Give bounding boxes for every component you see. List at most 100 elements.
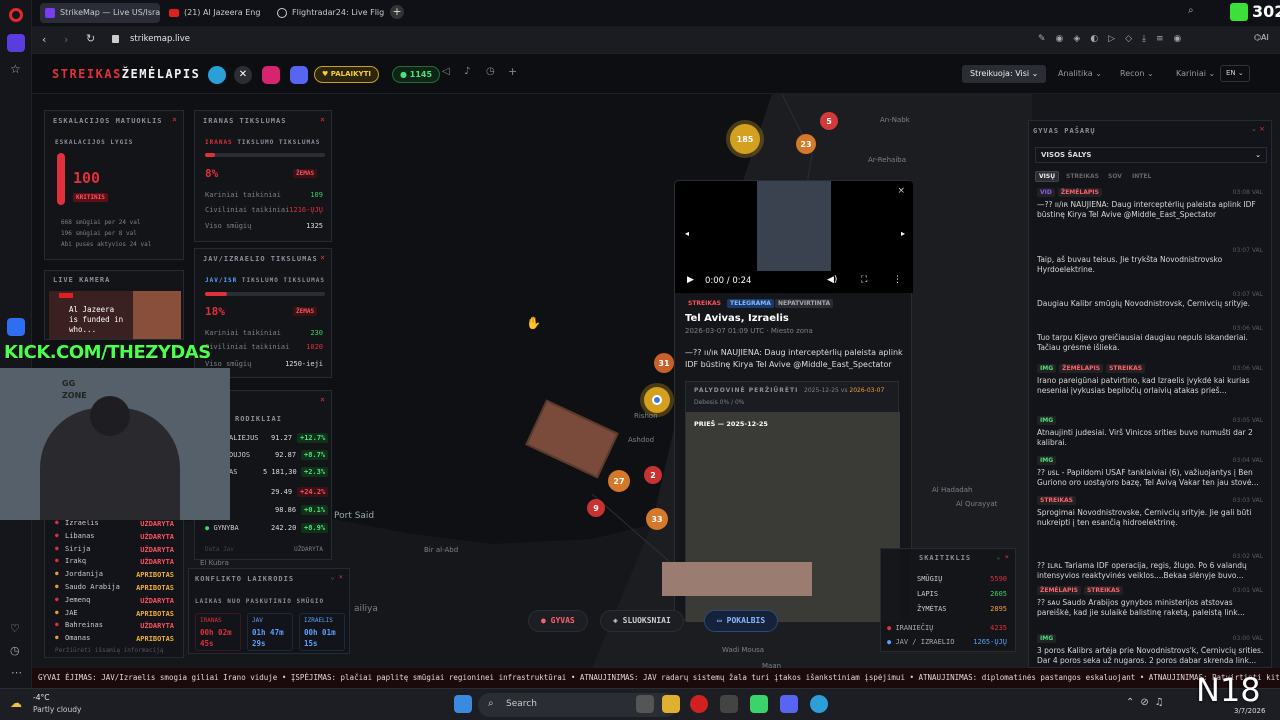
close-icon[interactable]: × xyxy=(320,395,325,404)
tab-layers[interactable]: ◈ SLUOKSNIAI xyxy=(600,610,684,632)
feed-item-text[interactable]: Irano pareigūnai patvirtino, kad Izraeli… xyxy=(1037,376,1265,396)
back-icon[interactable]: ‹ xyxy=(42,33,46,46)
feed-item-text[interactable]: ?? sᴀᴜ Saudo Arabijos gynybos ministerij… xyxy=(1037,598,1265,618)
opera-logo-icon[interactable] xyxy=(9,8,23,22)
strike-cluster[interactable]: 31 xyxy=(654,353,674,373)
history-icon[interactable]: ◷ xyxy=(10,644,20,657)
feed-item-text[interactable]: ?? ᴜsʟ - Papildomi USAF tanklaiviai (6),… xyxy=(1037,468,1265,488)
camera-feed[interactable]: Al Jazeera is funded in who... xyxy=(49,291,181,339)
feed-filter-strike[interactable]: STREIKAS xyxy=(1063,172,1102,181)
airspace-country: Sirija xyxy=(65,544,91,553)
strike-cluster[interactable]: 2 xyxy=(644,466,662,484)
tab-strikemap[interactable]: StrikeMap — Live US/Israe xyxy=(40,3,160,23)
nav-analytics[interactable]: Analitika ⌄ xyxy=(1058,69,1102,78)
strike-cluster[interactable]: 27 xyxy=(608,470,630,492)
strike-cluster[interactable]: 9 xyxy=(587,499,605,517)
weather-icon[interactable]: ☁ xyxy=(10,696,22,710)
support-button[interactable]: ♥ PALAIKYTI xyxy=(314,66,379,83)
next-icon[interactable]: ▸ xyxy=(901,229,905,238)
search-tabs-icon[interactable]: ⌕ xyxy=(1188,5,1194,16)
tray-icons[interactable]: ⌃⊘♫ xyxy=(1126,697,1170,708)
app-icon[interactable] xyxy=(720,695,738,713)
more-icon[interactable]: ⋮ xyxy=(893,275,902,285)
feed-filter-all[interactable]: VISŲ xyxy=(1035,171,1060,182)
clock-cell-seconds: 15s xyxy=(304,639,318,648)
play-icon[interactable]: ▶ xyxy=(687,275,694,285)
fullscreen-icon[interactable]: ⛶ xyxy=(861,275,867,285)
feed-item-text[interactable]: 3 poros Kalibrs artėja prie Novodnistrov… xyxy=(1037,646,1265,666)
strike-cluster[interactable]: 23 xyxy=(796,134,816,154)
event-title: Tel Avivas, Izraelis xyxy=(685,313,789,324)
feed-item-text[interactable]: Sprogimai Novodnistrovske, Černivcių sri… xyxy=(1037,508,1265,528)
feed-scope-select[interactable]: VISOS ŠALYS ⌄ xyxy=(1035,147,1267,163)
instagram-icon[interactable] xyxy=(262,66,280,84)
kick-taskbar-icon[interactable] xyxy=(750,695,768,713)
volume-icon[interactable]: ◀) xyxy=(827,275,837,285)
x-icon[interactable]: ✕ xyxy=(234,66,252,84)
airspace-footer[interactable]: Peržiūrėti išsamią informaciją xyxy=(55,647,163,654)
close-icon[interactable]: × xyxy=(320,115,325,124)
nav-military[interactable]: Kariniai ⌄ xyxy=(1176,69,1215,78)
taskview-icon[interactable] xyxy=(636,695,654,713)
event-popup: × ◂ ▸ ▶ 0:00 / 0:24 ◀) ⛶ ⋮ STREIKAS TELE… xyxy=(674,180,913,622)
forward-icon[interactable]: › xyxy=(64,33,68,46)
prev-icon[interactable]: ◂ xyxy=(685,229,689,238)
feed-item-tags: IMG xyxy=(1037,456,1059,465)
bell-icon[interactable]: ♪ xyxy=(464,66,470,77)
strike-cluster[interactable]: 185 xyxy=(730,124,760,154)
video-player[interactable]: × ◂ ▸ ▶ 0:00 / 0:24 ◀) ⛶ ⋮ xyxy=(675,181,913,293)
close-icon[interactable]: × xyxy=(897,186,905,196)
airspace-status-dot-icon: ● xyxy=(55,531,59,539)
new-tab-icon[interactable]: + xyxy=(390,5,404,19)
mute-icon[interactable]: ◁ xyxy=(442,66,450,77)
discord-taskbar-icon[interactable] xyxy=(780,695,798,713)
reload-icon[interactable]: ↻ xyxy=(86,32,95,45)
tab-aljazeera[interactable]: (21) Al Jazeera Eng xyxy=(164,3,268,23)
feed-controls[interactable]: ⌄ × xyxy=(1251,125,1265,133)
add-icon[interactable]: + xyxy=(508,65,517,78)
filter-dropdown[interactable]: Streikuoja: Visi ⌄ xyxy=(962,65,1047,83)
count-label: LAPIS xyxy=(917,590,939,598)
counts-controls[interactable]: ⌄ × xyxy=(996,553,1009,561)
messenger-icon[interactable] xyxy=(7,318,25,336)
clock-controls[interactable]: ⌄ × xyxy=(330,573,343,581)
ticker-text: GYVAI ĖJIMAS: JAV/Izraelis smogia giliai… xyxy=(38,673,1280,682)
heart-icon[interactable]: ♡ xyxy=(10,622,20,635)
workspace-icon[interactable] xyxy=(7,34,25,52)
app-logo[interactable]: STREIKASŽEMĖLAPIS xyxy=(52,67,200,81)
more-icon[interactable]: ⋯ xyxy=(11,666,22,679)
clock-cell-time: 00h 01m xyxy=(304,628,336,637)
tab-live[interactable]: ● GYVAS xyxy=(528,610,588,632)
toolbar-icons[interactable]: ✎◉◈◐▷◇⤓≡◉ xyxy=(1038,34,1191,44)
url-field[interactable]: strikemap.live xyxy=(130,34,190,44)
feed-item-text[interactable]: Daugiau Kalibr smūgių Novodnistrovsk, Če… xyxy=(1037,299,1265,309)
telegram-icon[interactable] xyxy=(208,66,226,84)
strike-cluster[interactable]: 5 xyxy=(820,112,838,130)
tab-flightradar[interactable]: Flightradar24: Live Flight T xyxy=(272,3,384,23)
escalation-title: ESKALACIJOS MATUOKLIS xyxy=(53,117,163,125)
clock-cell-seconds: 45s xyxy=(200,639,214,648)
chat-icon: ▭ xyxy=(717,616,727,625)
tab-chat[interactable]: ▭ POKALBIS xyxy=(704,610,779,632)
ai-icon[interactable]: ⌬AI xyxy=(1254,33,1269,42)
discord-icon[interactable] xyxy=(290,66,308,84)
explorer-icon[interactable] xyxy=(662,695,680,713)
selected-location-marker[interactable] xyxy=(644,387,670,413)
language-select[interactable]: EN ⌄ xyxy=(1220,65,1250,82)
telegram-taskbar-icon[interactable] xyxy=(810,695,828,713)
nav-recon[interactable]: Recon ⌄ xyxy=(1120,69,1154,78)
star-icon[interactable]: ☆ xyxy=(10,62,21,76)
clock-icon[interactable]: ◷ xyxy=(486,66,495,77)
feed-item-text[interactable]: Taip, aš buvau teisus. Jie trykšta Novod… xyxy=(1037,255,1265,275)
feed-item-text[interactable]: Atnaujinti judesiai. Virš Vinicos sritie… xyxy=(1037,428,1265,448)
windows-start-icon[interactable] xyxy=(454,695,472,713)
strike-cluster[interactable]: 33 xyxy=(646,508,668,530)
feed-item-text[interactable]: Tuo tarpu Kijevo greičiausiai daugiau ne… xyxy=(1037,333,1265,353)
close-icon[interactable]: × xyxy=(320,253,325,262)
feed-item-text[interactable]: —?? ıı/ıʀ NAUJIENA: Daug interceptėrlių … xyxy=(1037,200,1265,220)
feed-filter-intel[interactable]: INTEL xyxy=(1129,172,1154,181)
feed-item-text[interactable]: ?? ɪʟʀʟ Tariama IDF operacija, regis, žl… xyxy=(1037,561,1265,581)
opera-taskbar-icon[interactable] xyxy=(690,695,708,713)
close-icon[interactable]: × xyxy=(172,115,177,124)
feed-filter-sov[interactable]: SOV xyxy=(1105,172,1125,181)
